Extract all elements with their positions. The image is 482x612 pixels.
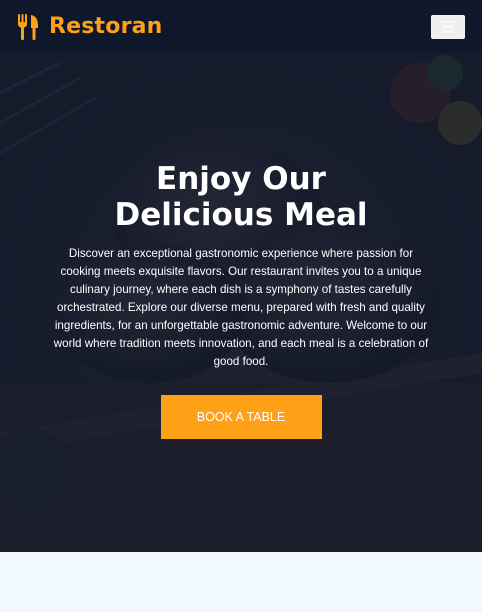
next-section	[0, 552, 482, 612]
hero-title-line1: Enjoy Our	[156, 161, 326, 197]
navbar: Restoran	[0, 0, 482, 53]
brand-link[interactable]: Restoran	[17, 13, 163, 40]
hero-description: Discover an exceptional gastronomic expe…	[53, 247, 429, 368]
brand-name: Restoran	[49, 14, 163, 39]
book-a-table-button[interactable]: BOOK A TABLE	[160, 395, 322, 439]
hero-section: Enjoy Our Delicious Meal Discover an exc…	[0, 53, 482, 552]
hero-content: Enjoy Our Delicious Meal Discover an exc…	[0, 53, 482, 439]
hamburger-menu-icon	[442, 20, 454, 33]
hero-title: Enjoy Our Delicious Meal	[0, 161, 482, 233]
hero-title-line2: Delicious Meal	[114, 197, 368, 233]
menu-toggle-button[interactable]	[431, 14, 465, 39]
utensils-icon	[18, 13, 38, 40]
